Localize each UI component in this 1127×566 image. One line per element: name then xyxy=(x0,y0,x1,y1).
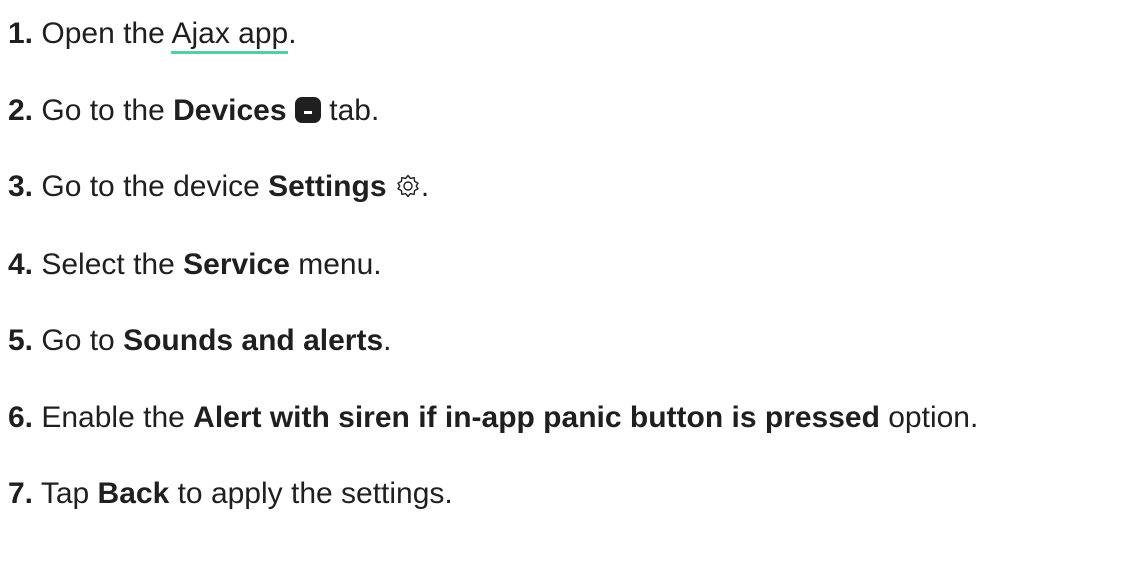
step-6: 6. Enable the Alert with siren if in-app… xyxy=(8,400,978,436)
step-text: Enable the xyxy=(33,401,194,434)
step-text: . xyxy=(420,170,430,203)
devices-label: Devices xyxy=(173,94,287,127)
step-text: . xyxy=(288,17,297,50)
step-3: 3. Go to the device Settings . xyxy=(8,169,429,205)
gear-icon xyxy=(395,173,421,199)
settings-label: Settings xyxy=(268,170,387,203)
step-2: 2. Go to the Devices tab. xyxy=(8,93,379,129)
step-number: 2. xyxy=(8,94,34,127)
step-number: 7. xyxy=(8,477,34,510)
step-text: tab. xyxy=(320,94,380,127)
step-number: 1. xyxy=(8,17,34,50)
devices-icon xyxy=(294,97,321,123)
step-number: 6. xyxy=(8,401,34,434)
step-text: Tap xyxy=(33,477,98,510)
step-7: 7. Tap Back to apply the settings. xyxy=(8,476,453,512)
step-text: . xyxy=(383,324,392,357)
step-text: Go to the xyxy=(33,94,174,127)
step-text: Go to the device xyxy=(33,170,269,203)
step-5: 5. Go to Sounds and alerts. xyxy=(8,323,391,359)
step-number: 5. xyxy=(8,324,34,357)
alert-siren-option-label: Alert with siren if in-app panic button … xyxy=(193,401,880,434)
service-label: Service xyxy=(183,248,290,281)
step-text: Select the xyxy=(33,248,184,281)
step-number: 3. xyxy=(8,170,34,203)
step-4: 4. Select the Service menu. xyxy=(8,247,382,283)
sounds-alerts-label: Sounds and alerts xyxy=(123,324,384,357)
step-text: menu. xyxy=(289,248,382,281)
instruction-steps: 1. Open the Ajax app. 2. Go to the Devic… xyxy=(0,0,1127,566)
step-text: Open the xyxy=(33,17,172,50)
step-number: 4. xyxy=(8,248,34,281)
step-text: to apply the settings. xyxy=(169,477,453,510)
back-label: Back xyxy=(97,477,170,510)
ajax-app-link[interactable]: Ajax app xyxy=(171,17,289,54)
step-text: option. xyxy=(879,401,979,434)
step-text: Go to xyxy=(33,324,124,357)
step-1: 1. Open the Ajax app. xyxy=(8,16,297,54)
